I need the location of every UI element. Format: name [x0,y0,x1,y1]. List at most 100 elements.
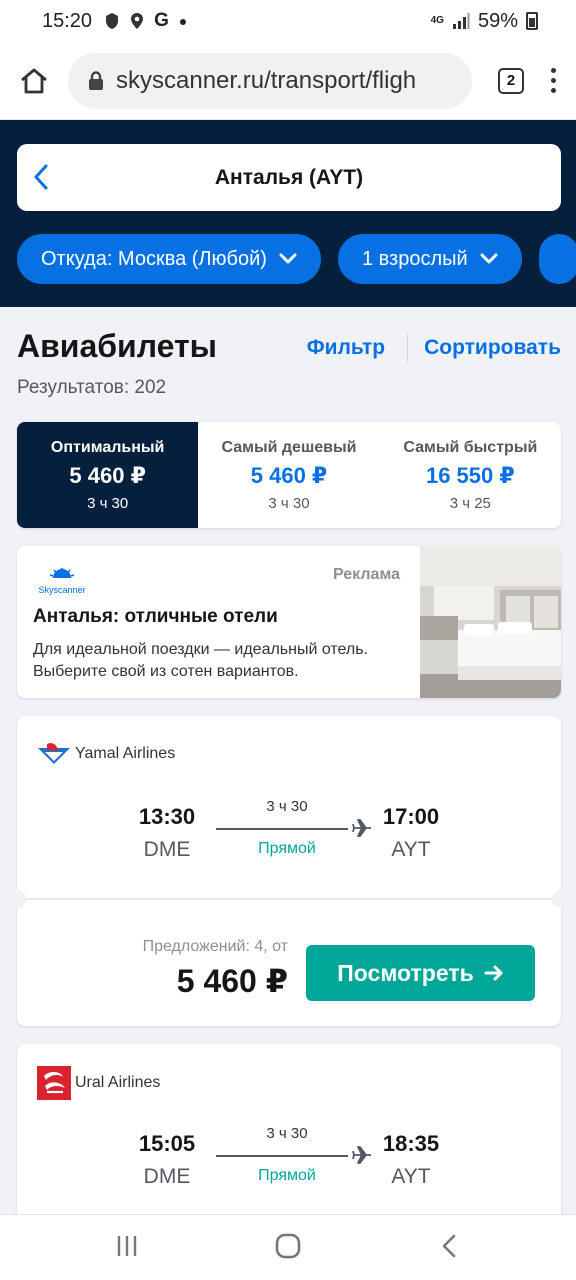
chevron-down-icon [480,253,498,264]
origin-chip-label: Откуда: Москва (Любой) [41,247,267,270]
flight-duration: 3 ч 30 [266,798,308,815]
tab-price: 16 550 ₽ [425,462,515,488]
tab-cheapest[interactable]: Самый дешевый 5 460 ₽ 3 ч 30 [198,422,379,528]
network-type: 4G [430,15,444,26]
system-nav-bar [0,1214,576,1280]
recent-apps-icon[interactable] [116,1233,138,1259]
menu-dot-icon [550,78,556,83]
view-deal-button[interactable]: Посмотреть [306,945,535,1001]
departure: 15:05 DME [135,1131,199,1189]
view-deal-label: Посмотреть [337,959,474,986]
sort-button[interactable]: Сортировать [424,336,561,360]
arrival-airport: AYT [391,838,431,861]
browser-toolbar: skyscanner.ru/transport/fligh 2 [0,42,576,120]
tab-label: Оптимальный [50,438,165,456]
url-text: skyscanner.ru/transport/fligh [116,66,417,94]
departure-airport: DME [143,838,191,861]
filter-button[interactable]: Фильтр [307,336,385,360]
arrival: 18:35 AYT [379,1131,443,1189]
tab-label: Самый быстрый [403,438,538,456]
arrival-time: 18:35 [382,1131,440,1156]
flight-duration: 3 ч 30 [266,1125,308,1142]
ad-text: Для идеальной поездки — идеальный отель.… [33,641,369,680]
departure: 13:30 DME [135,804,199,862]
hotel-ad-card[interactable]: Skyscanner Реклама Анталья: отличные оте… [17,546,561,698]
actions-divider [407,334,409,362]
arrival-airport: AYT [391,1165,431,1188]
stops-label: Прямой [258,840,316,857]
airline: Ural Airlines [37,1066,160,1100]
tab-duration: 3 ч 30 [87,494,129,512]
status-bar: 15:20 G ● 4G 59% [0,0,576,42]
google-icon: G [154,10,169,31]
route-line [216,1155,348,1157]
airline: Yamal Airlines [37,742,175,766]
home-nav-icon[interactable] [275,1233,301,1259]
passengers-chip-label: 1 взрослый [361,247,468,270]
arrival: 17:00 AYT [379,804,443,862]
route-line [216,828,348,830]
passengers-chip[interactable]: 1 взрослый [337,234,522,284]
sort-tabs: Оптимальный 5 460 ₽ 3 ч 30 Самый дешевый… [17,422,561,528]
lock-icon [88,70,104,91]
offers-count: Предложений: 4, от [142,938,288,955]
ural-airlines-logo [37,1066,71,1100]
filter-chips: Откуда: Москва (Любой) 1 взрослый [17,234,576,284]
ticket-notch [8,890,26,908]
tab-switcher-button[interactable]: 2 [498,67,524,94]
security-icon [106,13,119,29]
arrow-right-icon [484,965,503,981]
skyscanner-logo: Skyscanner [37,566,87,595]
home-icon [21,68,47,93]
chevron-left-icon [34,164,48,190]
yamal-airlines-logo [38,743,70,764]
back-button[interactable] [33,164,49,195]
hotel-room-image [420,546,561,698]
airline-name: Ural Airlines [75,1074,161,1091]
chevron-down-icon [279,253,297,264]
page-title: Авиабилеты [17,328,217,364]
tab-duration: 3 ч 25 [449,494,491,512]
departure-time: 13:30 [138,804,196,829]
tab-duration: 3 ч 30 [268,494,310,512]
signal-icon [452,13,470,29]
card-divider [17,898,561,900]
plane-icon [352,819,371,837]
ad-brand: Skyscanner [38,585,86,595]
notification-icons: G ● [104,10,187,32]
back-nav-icon[interactable] [440,1233,458,1259]
ticket-notch [552,890,570,908]
tab-label: Самый дешевый [221,438,357,456]
battery-icon [526,12,538,30]
menu-dot-icon [550,88,556,93]
menu-dot-icon [550,68,556,73]
plane-icon [352,1146,371,1164]
search-header: Анталья (AYT) Откуда: Москва (Любой) 1 в… [0,120,576,307]
cabin-class-chip[interactable] [538,234,576,284]
tab-fastest[interactable]: Самый быстрый 16 550 ₽ 3 ч 25 [380,422,561,528]
ad-label: Реклама [333,566,400,583]
browser-menu-button[interactable] [546,68,560,93]
departure-airport: DME [143,1165,191,1188]
results-count: Результатов: 202 [17,377,167,398]
status-time: 15:20 [42,9,93,32]
tab-best[interactable]: Оптимальный 5 460 ₽ 3 ч 30 [17,422,199,528]
tab-price: 5 460 ₽ [250,462,328,488]
address-bar[interactable]: skyscanner.ru/transport/fligh [68,52,472,109]
location-icon [131,13,144,29]
battery-percent: 59% [477,9,518,32]
arrival-time: 17:00 [382,804,440,829]
sunrise-icon [49,568,75,578]
dot-icon: ● [178,13,188,29]
stops-label: Прямой [258,1167,316,1184]
airline-name: Yamal Airlines [75,745,176,762]
origin-chip[interactable]: Откуда: Москва (Любой) [17,234,321,284]
ad-title: Анталья: отличные отели [33,606,278,627]
destination-title: Анталья (AYT) [214,165,364,189]
flight-card[interactable]: Yamal Airlines 13:30 DME 3 ч 30 Прямой 1… [8,716,570,1026]
search-summary-box[interactable]: Анталья (AYT) [17,144,561,211]
home-button[interactable] [16,63,52,99]
tab-price: 5 460 ₽ [69,462,146,488]
departure-time: 15:05 [138,1131,196,1156]
flight-price: 5 460 ₽ [176,963,288,999]
